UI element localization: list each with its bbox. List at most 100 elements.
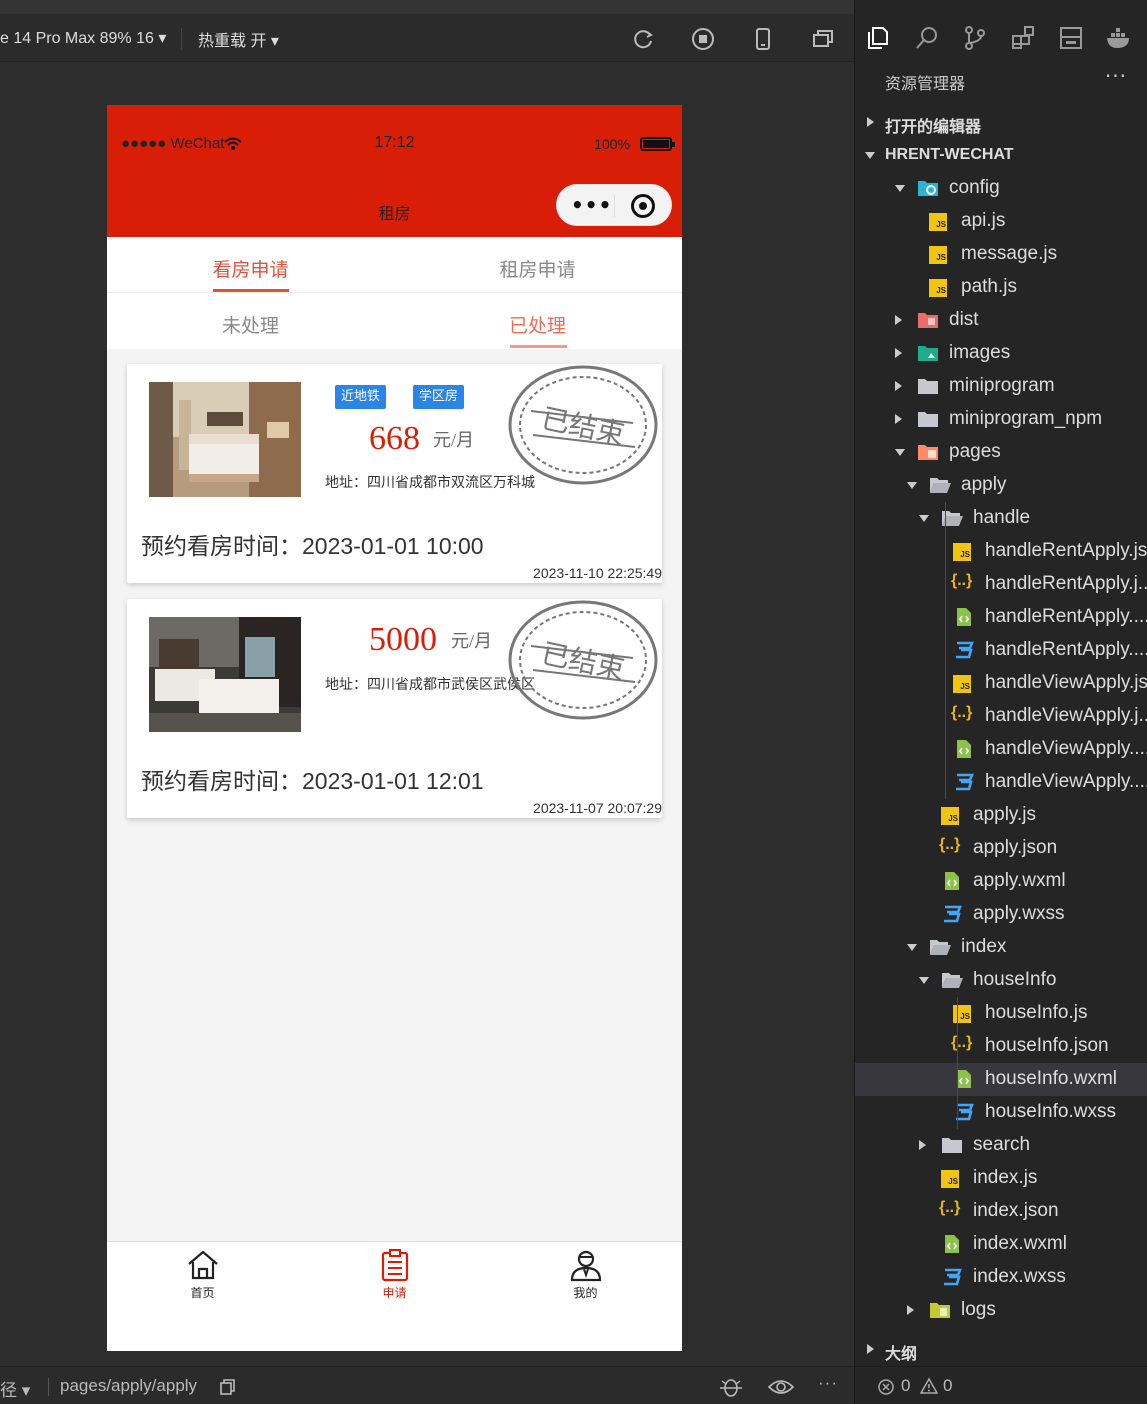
refresh-icon[interactable] <box>630 26 656 52</box>
tree-file[interactable]: handleViewApply.... <box>855 733 1147 766</box>
docker-icon[interactable] <box>1105 24 1133 52</box>
tree-file[interactable]: JS houseInfo.js <box>855 997 1147 1030</box>
tree-folder[interactable]: dist <box>855 304 1147 337</box>
tree-file[interactable]: {..} index.json <box>855 1195 1147 1228</box>
tab-processed[interactable]: 已处理 <box>394 311 681 338</box>
tree-file[interactable]: JS message.js <box>855 238 1147 271</box>
tabbar-home[interactable]: 首页 <box>107 1248 298 1301</box>
tag-badge: 近地铁 <box>335 385 387 409</box>
tree-file[interactable]: JS path.js <box>855 271 1147 304</box>
tree-item-label: apply <box>961 474 1007 495</box>
wxss-file-icon <box>944 1268 962 1286</box>
debug-icon[interactable] <box>718 1376 744 1398</box>
phone-simulator: ●●●●● WeChat 17:12 100% 租房 ••• 看房申请 租房申请… <box>107 105 682 1351</box>
tree-folder[interactable]: pages <box>855 436 1147 469</box>
folder-open-icon <box>930 940 951 955</box>
js-file-icon: JS <box>929 246 947 264</box>
tree-file[interactable]: apply.wxml <box>855 865 1147 898</box>
tree-file[interactable]: JS handleViewApply.js <box>855 667 1147 700</box>
tree-file[interactable]: JS index.js <box>855 1162 1147 1195</box>
tree-folder[interactable]: apply <box>855 469 1147 502</box>
tree-folder[interactable]: logs <box>855 1294 1147 1327</box>
folder-icon <box>918 379 938 394</box>
more-icon[interactable]: ··· <box>818 1373 838 1393</box>
js-file-icon: JS <box>941 1170 959 1188</box>
price-unit: 元/月 <box>451 631 493 651</box>
tree-file[interactable]: handleRentApply.... <box>855 601 1147 634</box>
tree-file[interactable]: index.wxss <box>855 1261 1147 1294</box>
preview-eye-icon[interactable] <box>767 1378 795 1396</box>
tree-folder[interactable]: config <box>855 172 1147 205</box>
tree-file[interactable]: handleRentApply.... <box>855 634 1147 667</box>
tree-item-label: houseInfo <box>973 969 1057 990</box>
hot-reload-toggle[interactable]: 热重载 开 ▾ <box>198 27 279 51</box>
appointment-time: 预约看房时间：2023-01-01 10:00 <box>141 533 484 559</box>
save-icon[interactable] <box>1057 24 1085 52</box>
tab-unprocessed[interactable]: 未处理 <box>107 311 394 338</box>
stamp-text: 已结束 <box>539 637 628 687</box>
folder-icon <box>942 1138 962 1153</box>
tab-rent-apply[interactable]: 租房申请 <box>394 255 681 282</box>
tree-folder[interactable]: images <box>855 337 1147 370</box>
tabbar-apply[interactable]: 申请 <box>299 1248 490 1301</box>
tab-underline <box>510 345 567 348</box>
tree-file[interactable]: {..} handleRentApply.j... <box>855 568 1147 601</box>
window-icon[interactable] <box>810 26 836 52</box>
search-icon[interactable] <box>913 24 941 52</box>
compile-mode-selector[interactable]: 径 ▾ <box>0 1376 30 1401</box>
stop-icon[interactable] <box>690 26 716 52</box>
tree-item-label: houseInfo.js <box>985 1002 1088 1023</box>
footer-divider <box>48 1378 49 1396</box>
files-icon[interactable] <box>865 24 893 52</box>
apply-card[interactable]: 5000 元/月 地址：四川省成都市武侯区武侯区 已结束 预约看房时间：2023… <box>127 599 662 818</box>
primary-tabs: 看房申请 租房申请 <box>107 237 682 293</box>
capsule-divider <box>614 195 615 217</box>
copy-icon[interactable] <box>218 1378 236 1396</box>
tree-file[interactable]: {..} apply.json <box>855 832 1147 865</box>
menu-strip <box>0 0 854 14</box>
chevron-down-icon <box>895 185 905 192</box>
tree-file[interactable]: JS api.js <box>855 205 1147 238</box>
tree-file[interactable]: apply.wxss <box>855 898 1147 931</box>
tree-folder[interactable]: search <box>855 1129 1147 1162</box>
tree-folder[interactable]: houseInfo <box>855 964 1147 997</box>
source-control-icon[interactable] <box>961 24 989 52</box>
apply-card[interactable]: 近地铁 学区房 668 元/月 地址：四川省成都市双流区万科城 已结束 预约看房… <box>127 364 662 583</box>
tree-item-label: dist <box>949 309 979 330</box>
more-icon[interactable]: ••• <box>571 195 612 215</box>
section-outline[interactable]: 大纲 <box>855 1333 1147 1366</box>
section-label: HRENT-WECHAT <box>885 146 1014 163</box>
chevron-right-icon <box>867 117 874 127</box>
section-open-editors[interactable]: 打开的编辑器 <box>855 106 1147 139</box>
simulator-toolbar: e 14 Pro Max 89% 16 ▾ 热重载 开 ▾ <box>0 14 854 62</box>
tree-file[interactable]: handleViewApply.... <box>855 766 1147 799</box>
json-file-icon: {..} <box>951 572 973 589</box>
extensions-icon[interactable] <box>1009 24 1037 52</box>
tree-folder[interactable]: index <box>855 931 1147 964</box>
tree-file[interactable]: JS apply.js <box>855 799 1147 832</box>
tree-file[interactable]: {..} handleViewApply.j... <box>855 700 1147 733</box>
tabbar-mine[interactable]: 我的 <box>490 1248 681 1301</box>
tree-folder[interactable]: handle <box>855 502 1147 535</box>
section-project[interactable]: HRENT-WECHAT <box>855 139 1147 172</box>
tab-view-apply[interactable]: 看房申请 <box>107 255 394 282</box>
device-selector[interactable]: e 14 Pro Max 89% 16 ▾ <box>0 28 166 48</box>
tree-item-label: index.wxml <box>973 1233 1067 1254</box>
bottom-tabbar: 首页 申请 我的 <box>107 1241 682 1351</box>
phone-icon[interactable] <box>750 26 776 52</box>
problems-bar[interactable]: 0 0 <box>855 1366 1147 1404</box>
tree-file[interactable]: houseInfo.wxml <box>855 1063 1147 1096</box>
tree-folder[interactable]: miniprogram_npm <box>855 403 1147 436</box>
tree-file[interactable]: {..} houseInfo.json <box>855 1030 1147 1063</box>
more-icon[interactable]: ··· <box>1105 64 1127 88</box>
tree-file[interactable]: JS handleRentApply.js <box>855 535 1147 568</box>
tree-file[interactable]: houseInfo.wxss <box>855 1096 1147 1129</box>
json-file-icon: {..} <box>939 1199 961 1216</box>
error-icon <box>878 1379 894 1395</box>
tree-item-label: handleRentApply.j... <box>985 573 1147 594</box>
tree-file[interactable]: index.wxml <box>855 1228 1147 1261</box>
wxss-file-icon <box>956 773 974 791</box>
close-miniprogram-icon[interactable] <box>631 194 655 218</box>
battery-percent: 100% <box>594 136 630 152</box>
tree-folder[interactable]: miniprogram <box>855 370 1147 403</box>
